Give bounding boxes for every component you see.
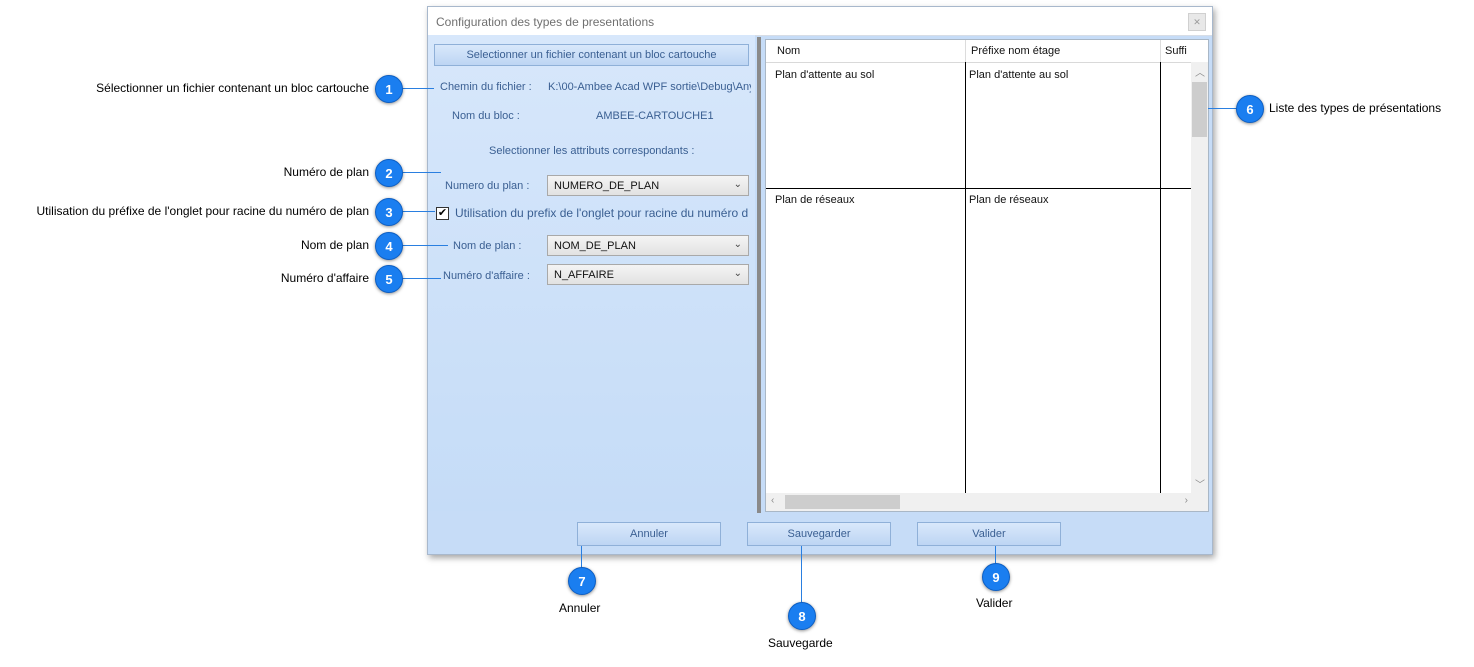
- annotation-connector: [401, 245, 448, 246]
- horizontal-scroll-thumb[interactable]: [785, 495, 900, 509]
- annotation-connector: [401, 278, 441, 279]
- column-divider: [1160, 62, 1161, 493]
- annotation-text-2: Numéro de plan: [283, 165, 369, 179]
- title-bar: Configuration des types de presentations…: [428, 7, 1212, 36]
- annotation-text-8: Sauvegarde: [768, 636, 833, 650]
- annotation-badge-7: 7: [568, 567, 596, 595]
- plan-number-select[interactable]: NUMERO_DE_PLAN ⌄: [547, 175, 749, 196]
- annotation-connector: [581, 546, 582, 568]
- column-divider: [965, 62, 966, 493]
- grid-cell[interactable]: Plan d'attente au sol: [775, 69, 874, 81]
- annotation-text-6: Liste des types de présentations: [1269, 101, 1442, 115]
- grid-header: Nom Préfixe nom étage Suffi: [766, 40, 1208, 63]
- vertical-scrollbar[interactable]: ︿ ﹀: [1191, 62, 1208, 493]
- validate-button[interactable]: Valider: [917, 522, 1061, 546]
- presentation-types-grid[interactable]: Nom Préfixe nom étage Suffi Plan d'atten…: [765, 39, 1209, 512]
- annotation-badge-8: 8: [788, 602, 816, 630]
- select-file-button[interactable]: Selectionner un fichier contenant un blo…: [434, 44, 749, 66]
- annotation-connector: [401, 211, 435, 212]
- chevron-down-icon: ⌄: [733, 239, 742, 250]
- save-button[interactable]: Sauvegarder: [747, 522, 891, 546]
- chevron-down-icon: ⌄: [733, 268, 742, 279]
- select-attributes-label: Selectionner les attributs correspondant…: [489, 145, 695, 157]
- annotation-text-1: Sélectionner un fichier contenant un blo…: [96, 81, 369, 95]
- annotation-text-7: Annuler: [559, 601, 601, 615]
- horizontal-scrollbar[interactable]: ‹ ›: [766, 493, 1193, 511]
- column-header-nom[interactable]: Nom: [777, 45, 800, 57]
- column-header-prefix[interactable]: Préfixe nom étage: [971, 45, 1060, 57]
- chevron-down-icon: ⌄: [733, 179, 742, 190]
- annotation-connector: [995, 546, 996, 564]
- annotation-badge-5: 5: [375, 265, 403, 293]
- prefix-checkbox-label: Utilisation du prefix de l'onglet pour r…: [455, 206, 749, 220]
- grid-cell[interactable]: Plan d'attente au sol: [969, 69, 1068, 81]
- annotation-text-5: Numéro d'affaire: [280, 271, 369, 285]
- annotation-badge-6: 6: [1236, 95, 1264, 123]
- prefix-checkbox[interactable]: ✔: [436, 207, 449, 220]
- scroll-left-icon[interactable]: ‹: [771, 495, 774, 506]
- scroll-right-icon[interactable]: ›: [1185, 495, 1188, 506]
- scroll-down-icon[interactable]: ﹀: [1195, 476, 1205, 491]
- vertical-scroll-thumb[interactable]: [1192, 82, 1207, 137]
- affair-number-select[interactable]: N_AFFAIRE ⌄: [547, 264, 749, 285]
- annotation-connector: [401, 88, 434, 89]
- annotation-connector: [801, 546, 802, 604]
- block-name-value: AMBEE-CARTOUCHE1: [596, 110, 714, 122]
- row-divider: [766, 188, 1193, 189]
- plan-name-selected: NOM_DE_PLAN: [554, 240, 636, 252]
- scroll-up-icon[interactable]: ︿: [1195, 64, 1205, 79]
- scroll-corner: [1191, 493, 1208, 511]
- block-name-label: Nom du bloc :: [452, 110, 520, 122]
- annotation-badge-3: 3: [375, 198, 403, 226]
- plan-number-label: Numero du plan :: [445, 180, 530, 192]
- annotation-connector: [401, 172, 441, 173]
- annotation-badge-2: 2: [375, 159, 403, 187]
- header-separator: [965, 40, 966, 62]
- annotation-text-9: Valider: [976, 596, 1013, 610]
- header-separator: [1160, 40, 1161, 62]
- file-path-label: Chemin du fichier :: [440, 81, 532, 93]
- panel-splitter[interactable]: [757, 37, 761, 513]
- file-path-value: K:\00-Ambee Acad WPF sortie\Debug\Any: [548, 81, 751, 93]
- close-icon[interactable]: ✕: [1188, 13, 1206, 31]
- plan-name-select[interactable]: NOM_DE_PLAN ⌄: [547, 235, 749, 256]
- annotation-connector: [1208, 108, 1238, 109]
- annotation-badge-1: 1: [375, 75, 403, 103]
- grid-cell[interactable]: Plan de réseaux: [775, 194, 855, 206]
- annotation-badge-9: 9: [982, 563, 1010, 591]
- plan-number-selected: NUMERO_DE_PLAN: [554, 180, 660, 192]
- annotation-text-4: Nom de plan: [300, 238, 369, 252]
- plan-name-label: Nom de plan :: [453, 240, 522, 252]
- configuration-dialog: Configuration des types de presentations…: [427, 6, 1213, 555]
- annotation-text-3: Utilisation du préfixe de l'onglet pour …: [36, 204, 370, 218]
- affair-number-selected: N_AFFAIRE: [554, 269, 614, 281]
- grid-cell[interactable]: Plan de réseaux: [969, 194, 1049, 206]
- dialog-title: Configuration des types de presentations: [436, 15, 655, 29]
- annotation-badge-4: 4: [375, 232, 403, 260]
- cancel-button[interactable]: Annuler: [577, 522, 721, 546]
- affair-number-label: Numéro d'affaire :: [443, 270, 530, 282]
- column-header-suffix[interactable]: Suffi: [1165, 45, 1187, 57]
